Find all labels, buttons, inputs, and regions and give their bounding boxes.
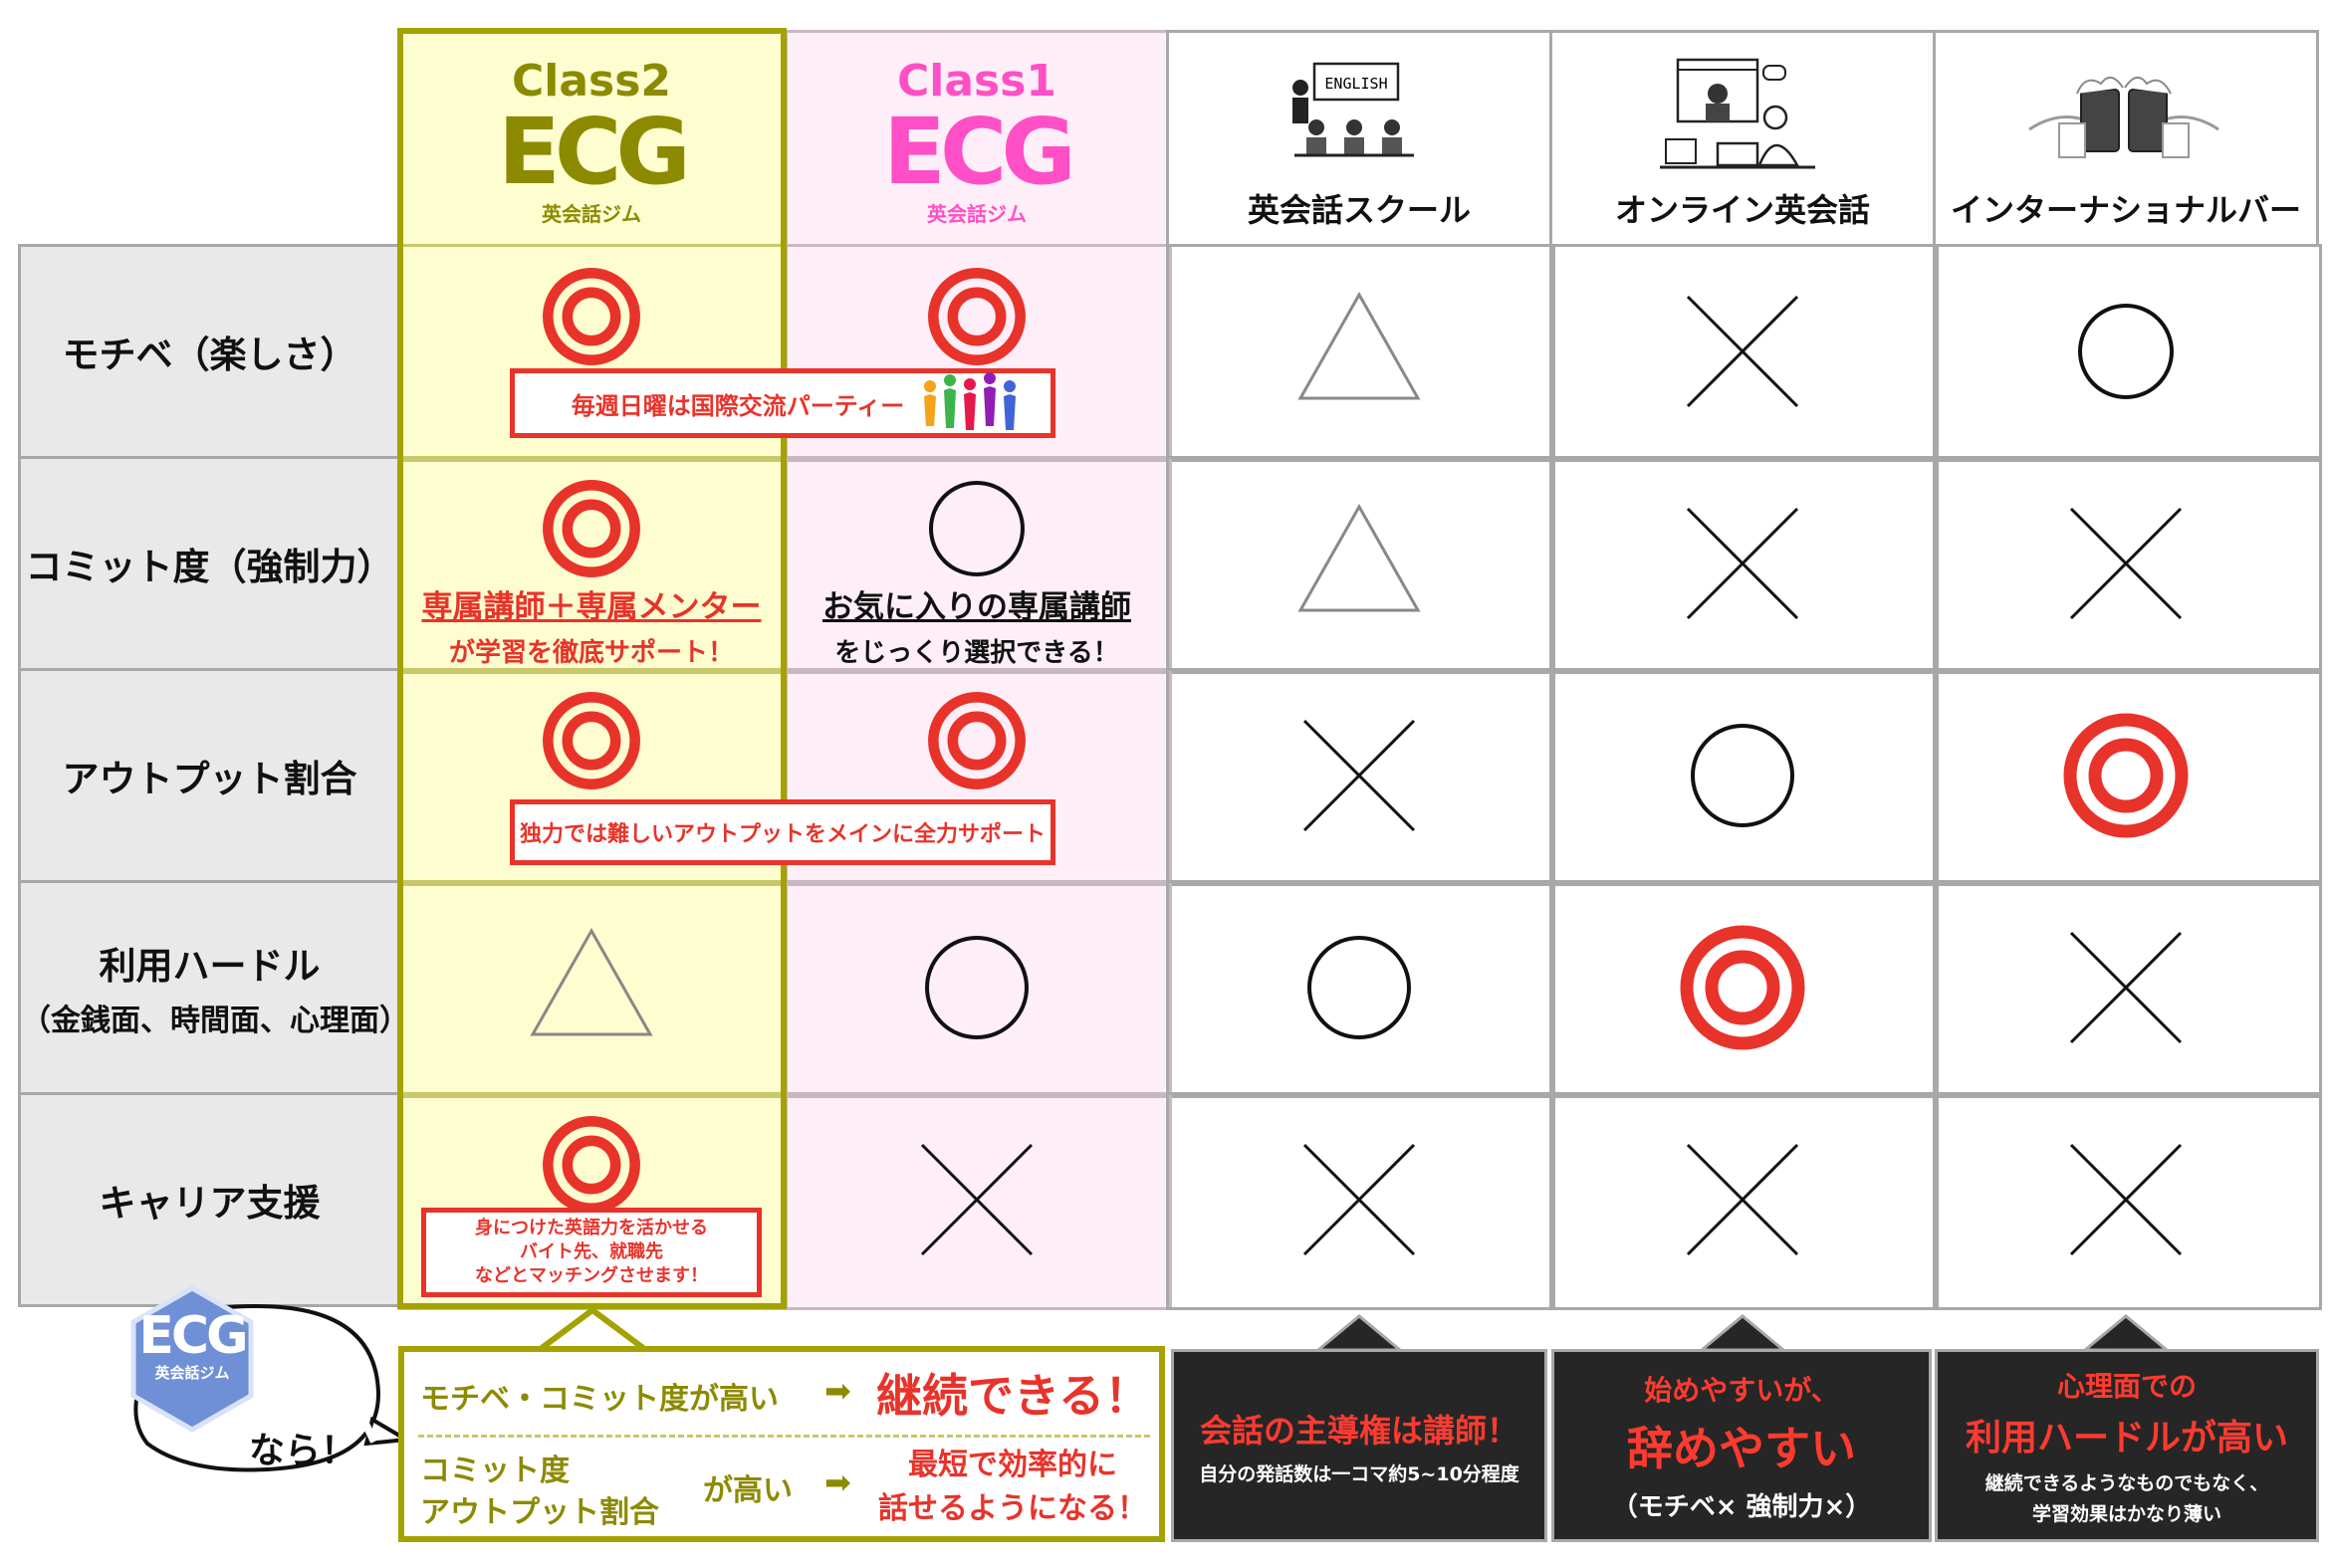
- online-summary-line3: （モチベ× 強制力×）: [1611, 1491, 1872, 1522]
- dancing-people-icon: [924, 372, 1016, 430]
- header-bar-label: インターナショナルバー: [1950, 191, 2301, 229]
- online-summary-big: 辞めやすい: [1627, 1421, 1856, 1475]
- cross-mark-icon: [1686, 1143, 1799, 1256]
- commit-class1-note-line2: をじっくり選択できる！: [834, 638, 1119, 668]
- circle-mark-icon: [925, 936, 1029, 1039]
- bubble-logo-mark: ECG: [138, 1306, 248, 1366]
- circle-mark-icon: [1307, 936, 1411, 1039]
- summary-line1-right: 継続できる！: [876, 1369, 1151, 1423]
- class1-logo-mark: ECG: [883, 99, 1076, 205]
- english-board-text: ENGLISH: [1324, 75, 1387, 93]
- circle-mark-icon: [1691, 724, 1794, 827]
- bubble-ecg-logo: ECG 英会話ジム: [127, 1310, 257, 1383]
- summary-arrow-1-icon: ➡: [824, 1372, 851, 1410]
- row-label-text: コミット度（強制力）: [25, 546, 394, 588]
- circle-mark-icon: [929, 481, 1025, 576]
- summary-line2-right-b: 話せるようになる！: [878, 1490, 1147, 1526]
- summary-line1-left: モチベ・コミット度が高い: [420, 1382, 779, 1417]
- output-callout: 独力では難しいアウトプットをメインに全力サポート: [510, 799, 1055, 865]
- career-callout: 身につけた英語力を活かせる バイト先、就職先 などとマッチングさせます！: [421, 1208, 762, 1297]
- cross-mark-icon: [920, 1143, 1034, 1256]
- cross-mark-icon: [1302, 1143, 1416, 1256]
- bar-summary-line1: 心理面での: [2056, 1370, 2197, 1403]
- commit-class2-note-line1: 専属講師＋専属メンター: [421, 589, 762, 625]
- triangle-mark-icon: [1297, 291, 1421, 400]
- cross-mark-icon: [1302, 719, 1416, 832]
- summary-line2-left-b: アウトプット割合: [420, 1495, 659, 1530]
- online-lesson-illustration-icon: [1660, 58, 1815, 169]
- summary-line2-mid: が高い: [703, 1473, 793, 1508]
- online-summary-line1: 始めやすいが、: [1644, 1373, 1839, 1407]
- school-summary-sub: 自分の発話数は一コマ約5~10分程度: [1199, 1462, 1519, 1485]
- cross-mark-icon: [1686, 507, 1799, 620]
- double-circle-mark-icon: [1680, 925, 1805, 1050]
- triangle-mark-icon: [1297, 503, 1421, 612]
- row-label-career-support: キャリア支援: [18, 1092, 401, 1307]
- school-summary-title: 会話の主導権は講師！: [1199, 1411, 1518, 1450]
- row-label-text: 利用ハードル: [99, 945, 321, 988]
- cross-mark-icon: [2069, 931, 2183, 1044]
- double-circle-mark-icon: [2063, 713, 2189, 838]
- bar-pointer-icon: [2081, 1314, 2171, 1352]
- bar-summary-box: 心理面での 利用ハードルが高い 継続できるようなものでもなく、 学習効果はかなり…: [1935, 1349, 2319, 1542]
- online-pointer-icon: [1698, 1314, 1787, 1352]
- class1-logo: Class1 ECG 英会話ジム: [785, 56, 1169, 227]
- header-online-label: オンライン英会話: [1614, 191, 1870, 229]
- career-callout-line2: バイト先、就職先: [520, 1240, 663, 1262]
- classroom-illustration-icon: ENGLISH: [1292, 62, 1414, 157]
- summary-line2-right: 最短で効率的に 話せるようになる！: [868, 1444, 1157, 1530]
- summary-arrow-2-icon: ➡: [824, 1463, 851, 1501]
- class1-logo-jp: 英会話ジム: [927, 202, 1027, 226]
- summary-line2-left-a: コミット度: [420, 1454, 570, 1488]
- school-summary-box: 会話の主導権は講師！ 自分の発話数は一コマ約5~10分程度: [1171, 1349, 1547, 1542]
- bar-summary-line3: 継続できるようなものでもなく、: [1984, 1472, 2269, 1494]
- career-callout-line1: 身につけた英語力を活かせる: [475, 1217, 708, 1238]
- output-callout-text: 独力では難しいアウトプットをメインに全力サポート: [519, 822, 1046, 847]
- summary-divider: [418, 1435, 1150, 1438]
- school-pointer-icon: [1314, 1314, 1404, 1352]
- commit-class2-note: 専属講師＋専属メンター が学習を徹底サポート！: [398, 581, 785, 669]
- commit-class1-note: お気に入りの専属講師 をじっくり選択できる！: [785, 581, 1169, 669]
- cross-mark-icon: [2069, 507, 2183, 620]
- row-label-commitment: コミット度（強制力）: [18, 456, 401, 671]
- online-summary-box: 始めやすいが、 辞めやすい （モチベ× 強制力×）: [1551, 1349, 1932, 1542]
- career-callout-line3: などとマッチングさせます！: [475, 1265, 708, 1287]
- header-school-label: 英会話スクール: [1247, 191, 1471, 229]
- bar-summary-line4: 学習効果はかなり薄い: [2031, 1503, 2221, 1525]
- row-label-output-ratio: アウトプット割合: [18, 668, 401, 883]
- double-circle-mark-icon: [928, 268, 1026, 365]
- party-callout-text: 毎週日曜は国際交流パーティー: [571, 391, 905, 420]
- cross-mark-icon: [2069, 1143, 2183, 1256]
- commit-class2-note-line2: が学習を徹底サポート！: [448, 638, 734, 668]
- summary-line2-right-a: 最短で効率的に: [908, 1448, 1117, 1482]
- bar-summary-big: 利用ハードルが高い: [1965, 1418, 2288, 1458]
- row-label-motivation: モチベ（楽しさ）: [18, 244, 401, 459]
- bubble-text: なら！: [249, 1431, 357, 1471]
- cross-mark-icon: [1686, 295, 1799, 408]
- double-circle-mark-icon: [928, 692, 1026, 789]
- circle-mark-icon: [2078, 304, 2174, 399]
- row-label-text: アウトプット割合: [62, 758, 357, 800]
- row-label-usage-hurdle: 利用ハードル （金銭面、時間面、心理面）: [18, 880, 409, 1095]
- beer-toast-illustration-icon: [2028, 77, 2219, 158]
- row-label-text: キャリア支援: [99, 1182, 321, 1225]
- row-sublabel-text: （金銭面、時間面、心理面）: [21, 1004, 409, 1038]
- commit-class1-note-line1: お気に入りの専属講師: [822, 589, 1131, 625]
- row-label-text: モチベ（楽しさ）: [62, 334, 357, 376]
